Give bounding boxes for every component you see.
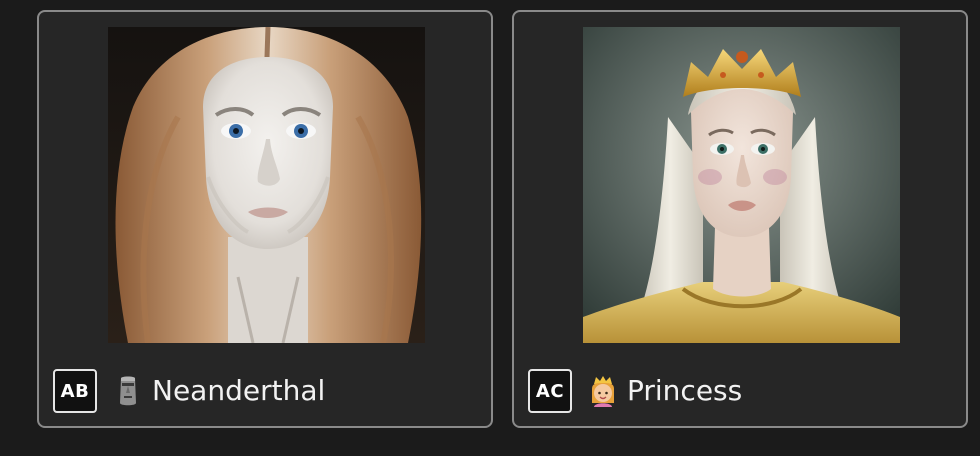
princess-portrait-image — [583, 27, 900, 343]
neanderthal-portrait-image — [108, 27, 425, 343]
character-name: Princess — [627, 374, 743, 407]
character-name: Neanderthal — [152, 374, 326, 407]
character-card-neanderthal[interactable]: AB Neanderthal — [37, 10, 493, 428]
princess-icon — [589, 374, 617, 408]
character-card-princess[interactable]: AC Princess — [512, 10, 968, 428]
card-footer: AC Princess — [528, 367, 742, 415]
card-footer: AB Neanderthal — [53, 367, 325, 415]
moai-icon — [114, 374, 142, 408]
code-badge: AB — [53, 369, 97, 413]
code-badge: AC — [528, 369, 572, 413]
